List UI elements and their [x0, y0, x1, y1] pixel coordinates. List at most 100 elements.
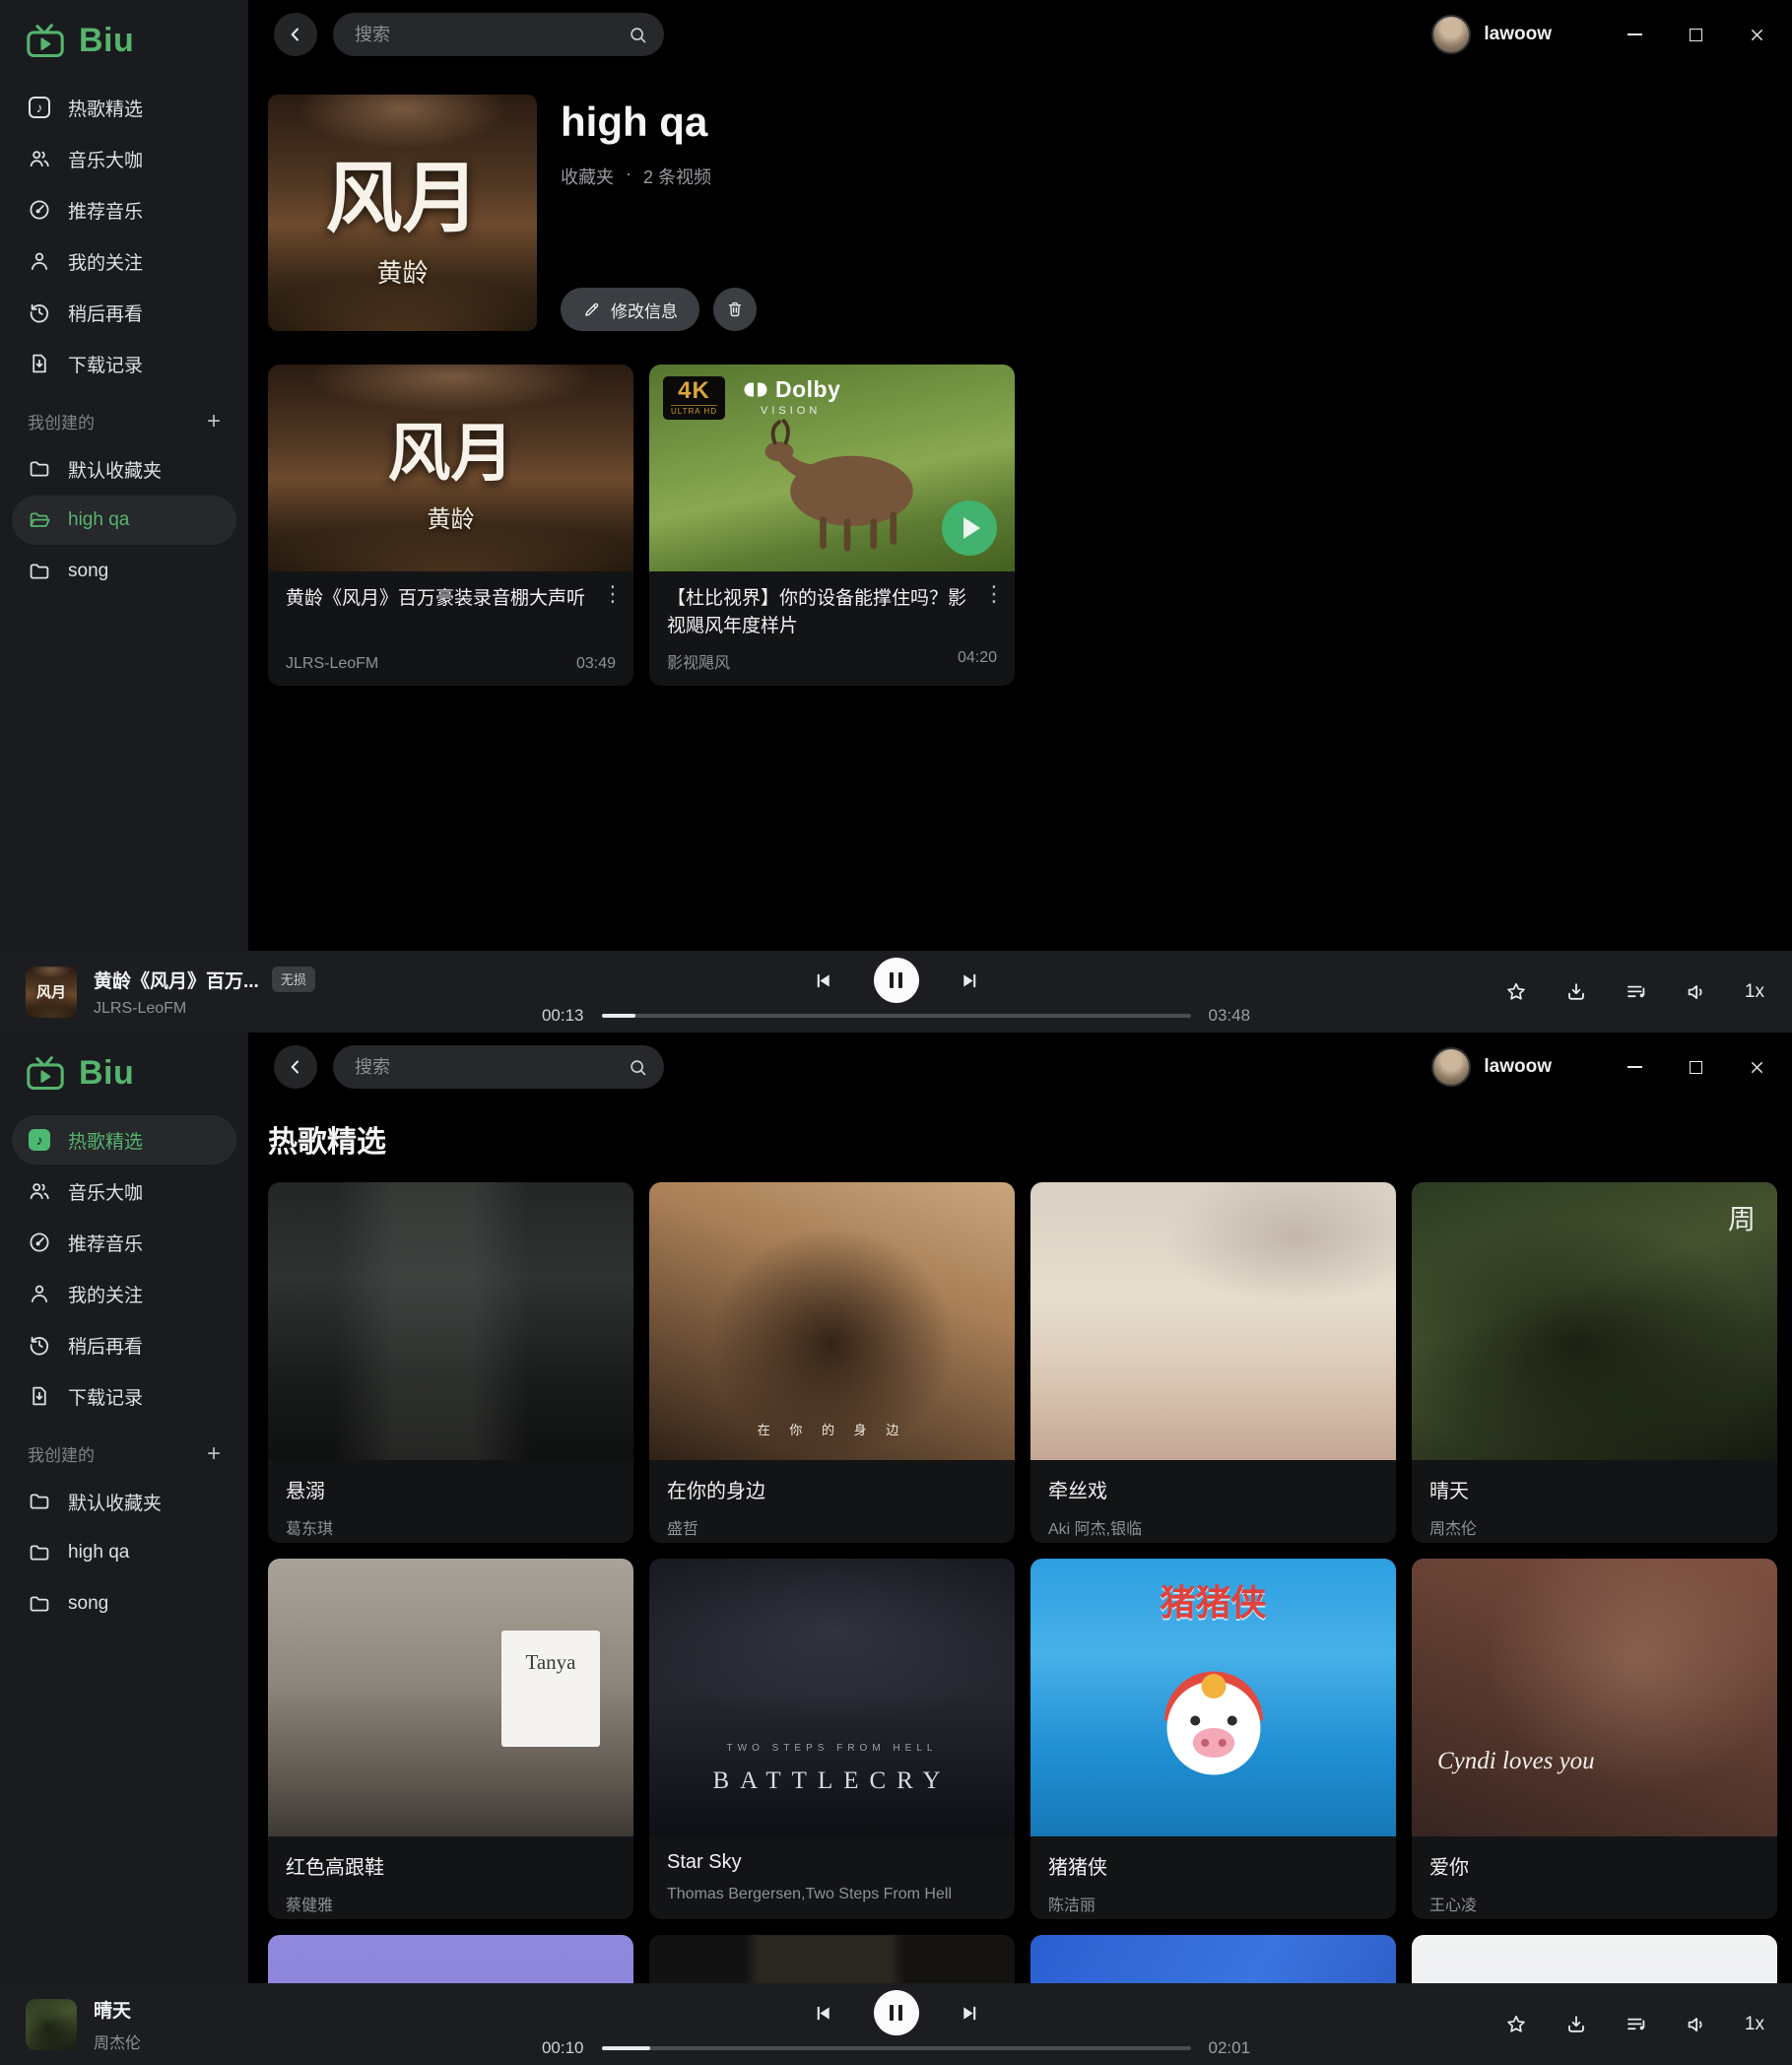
song-card[interactable]: 周 晴天 周杰伦	[1412, 1182, 1777, 1543]
video-duration: 03:49	[576, 655, 616, 673]
back-button[interactable]	[274, 13, 317, 56]
user-account[interactable]: lawoow	[1431, 1047, 1552, 1087]
app-logo[interactable]: Biu	[12, 1048, 236, 1095]
delete-collection-button[interactable]	[713, 288, 757, 331]
song-card[interactable]: 猪猪侠	[1030, 1559, 1396, 1919]
volume-button[interactable]	[1685, 2013, 1708, 2036]
song-card[interactable]: TWO STEPS FROM HELL BATTLECRY Star Sky T…	[649, 1559, 1015, 1919]
sidebar-item-hot-songs[interactable]: ♪ 热歌精选	[12, 83, 236, 132]
search-input[interactable]	[353, 24, 618, 46]
song-card-partial[interactable]	[1412, 1935, 1777, 1983]
folder-open-icon	[28, 508, 51, 532]
search-input[interactable]	[353, 1056, 618, 1079]
sidebar-folder-song[interactable]: song	[12, 1579, 236, 1629]
queue-button[interactable]	[1625, 980, 1648, 1004]
next-track-button[interactable]	[959, 2002, 981, 2025]
song-card-partial[interactable]	[268, 1935, 633, 1983]
song-grid: 悬溺 葛东琪 在 你 的 身 边 在你的身边 盛哲	[248, 1182, 1792, 1983]
sidebar-folder-high-qa[interactable]: high qa	[12, 496, 236, 545]
favorite-button[interactable]	[1504, 2013, 1528, 2036]
close-button[interactable]	[1747, 1057, 1766, 1077]
sidebar-item-following[interactable]: 我的关注	[12, 1269, 236, 1318]
sidebar-item-recommended[interactable]: 推荐音乐	[12, 185, 236, 234]
song-card[interactable]: Tanya 红色高跟鞋 蔡健雅	[268, 1559, 633, 1919]
folder-label: high qa	[68, 509, 129, 531]
maximize-button[interactable]	[1686, 25, 1705, 44]
album-art: 猪猪侠	[1030, 1559, 1396, 1836]
song-card[interactable]: 牵丝戏 Aki 阿杰,银临	[1030, 1182, 1396, 1543]
maximize-icon	[1690, 29, 1702, 41]
playback-speed-button[interactable]: 1x	[1745, 981, 1764, 1003]
sidebar-item-watch-later[interactable]: 稍后再看	[12, 288, 236, 337]
sidebar-item-music-stars[interactable]: 音乐大咖	[12, 1166, 236, 1216]
download-button[interactable]	[1564, 2013, 1588, 2036]
playback-speed-button[interactable]: 1x	[1745, 2014, 1764, 2035]
seek-bar-fill	[602, 2046, 651, 2050]
chevron-left-icon	[285, 24, 306, 45]
app-window-collection: Biu ♪ 热歌精选 音乐大咖 推荐音乐 我的关注 稍后再看	[0, 0, 1792, 1032]
app-name: Biu	[79, 1054, 134, 1093]
sidebar-item-label: 稍后再看	[68, 300, 143, 326]
sidebar-folder-default[interactable]: 默认收藏夹	[12, 1477, 236, 1526]
user-account[interactable]: lawoow	[1431, 15, 1552, 54]
now-playing-thumbnail[interactable]	[26, 1999, 77, 2050]
video-card[interactable]: 风月 黄龄 黄龄《风月》百万豪装录音棚大声听 ⋮ JLRS-LeoFM 03:4…	[268, 365, 633, 686]
close-button[interactable]	[1747, 25, 1766, 44]
avatar	[1431, 1047, 1471, 1087]
art-text: 周	[1728, 1198, 1756, 1237]
seek-bar[interactable]	[602, 1014, 1191, 1018]
more-options-icon[interactable]: ⋮	[983, 583, 1003, 605]
song-card-partial[interactable]	[1030, 1935, 1396, 1983]
created-section-label: 我创建的	[28, 409, 95, 433]
sidebar-item-recommended[interactable]: 推荐音乐	[12, 1218, 236, 1267]
favorite-button[interactable]	[1504, 980, 1528, 1004]
maximize-button[interactable]	[1686, 1057, 1705, 1077]
album-art: Cyndi loves you	[1412, 1559, 1777, 1836]
person-icon	[28, 1282, 51, 1305]
minimize-button[interactable]	[1625, 25, 1644, 44]
song-card-partial[interactable]	[649, 1935, 1015, 1983]
search-bar[interactable]	[333, 13, 664, 56]
app-logo[interactable]: Biu	[12, 16, 236, 62]
album-art	[1030, 1182, 1396, 1460]
sidebar-item-hot-songs[interactable]: ♪ 热歌精选	[12, 1115, 236, 1165]
folder-icon	[28, 1592, 51, 1616]
edit-info-button[interactable]: 修改信息	[561, 288, 699, 331]
video-title: 黄龄《风月》百万豪装录音棚大声听	[286, 585, 616, 613]
add-folder-button[interactable]: +	[207, 1442, 221, 1466]
pause-button[interactable]	[874, 1990, 919, 2035]
sidebar-item-watch-later[interactable]: 稍后再看	[12, 1320, 236, 1369]
maximize-icon	[1690, 1061, 1702, 1074]
back-button[interactable]	[274, 1045, 317, 1089]
sidebar-folder-default[interactable]: 默认收藏夹	[12, 444, 236, 494]
download-button[interactable]	[1564, 980, 1588, 1004]
sidebar-folder-song[interactable]: song	[12, 547, 236, 596]
song-card[interactable]: 悬溺 葛东琪	[268, 1182, 633, 1543]
sidebar-folder-high-qa[interactable]: high qa	[12, 1528, 236, 1577]
collection-cover: 风月 黄龄	[268, 95, 537, 331]
previous-track-button[interactable]	[812, 2002, 834, 2025]
minimize-button[interactable]	[1625, 1057, 1644, 1077]
pause-button[interactable]	[874, 958, 919, 1003]
sidebar-item-downloads[interactable]: 下载记录	[12, 1371, 236, 1421]
song-card[interactable]: 在 你 的 身 边 在你的身边 盛哲	[649, 1182, 1015, 1543]
video-duration: 04:20	[958, 649, 997, 673]
album-art: Tanya	[268, 1559, 633, 1836]
add-folder-button[interactable]: +	[207, 410, 221, 433]
sidebar-item-music-stars[interactable]: 音乐大咖	[12, 134, 236, 183]
queue-button[interactable]	[1625, 2013, 1648, 2036]
previous-track-button[interactable]	[812, 969, 834, 992]
video-card[interactable]: 4K ULTRA HD Dolby VISION	[649, 365, 1015, 686]
more-options-icon[interactable]: ⋮	[602, 583, 622, 605]
minimize-icon	[1627, 33, 1642, 35]
song-card[interactable]: Cyndi loves you 爱你 王心凌	[1412, 1559, 1777, 1919]
volume-button[interactable]	[1685, 980, 1708, 1004]
search-bar[interactable]	[333, 1045, 664, 1089]
next-track-button[interactable]	[959, 969, 981, 992]
sidebar-item-following[interactable]: 我的关注	[12, 236, 236, 286]
sidebar-item-downloads[interactable]: 下载记录	[12, 339, 236, 388]
now-playing-thumbnail[interactable]: 风月	[26, 966, 77, 1018]
play-button[interactable]	[942, 500, 997, 556]
dolby-double-d-icon	[741, 381, 770, 398]
seek-bar[interactable]	[602, 2046, 1191, 2050]
